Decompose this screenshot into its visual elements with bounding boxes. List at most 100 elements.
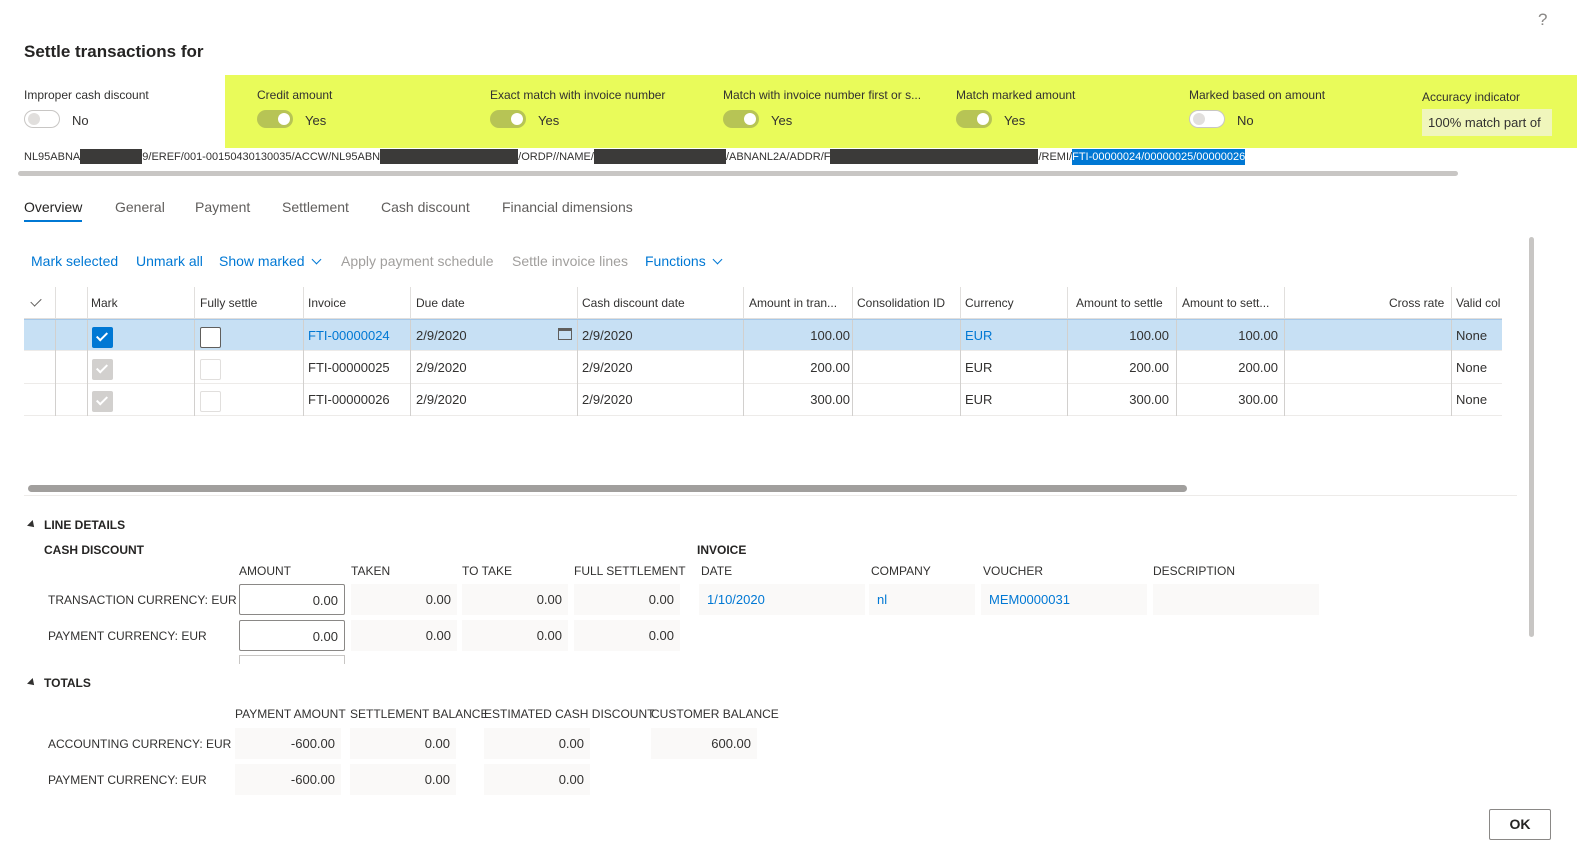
- cash-discount-date-cell[interactable]: 2/9/2020: [582, 328, 633, 343]
- vertical-scrollbar[interactable]: [1529, 237, 1534, 637]
- toggle-value: Yes: [538, 113, 560, 128]
- toggle-switch[interactable]: [1189, 110, 1225, 128]
- tab-general[interactable]: General: [115, 199, 165, 215]
- col-date-label: DATE: [701, 564, 733, 578]
- table-row[interactable]: FTI-00000026 2/9/2020 2/9/2020 300.00 EU…: [24, 384, 1502, 416]
- payment-discount-amount-input[interactable]: 0.00: [239, 620, 345, 651]
- ok-button[interactable]: OK: [1489, 809, 1551, 840]
- settle-invoice-lines-button[interactable]: Settle invoice lines: [512, 253, 628, 269]
- tab-settlement[interactable]: Settlement: [282, 199, 349, 215]
- mark-selected-button[interactable]: Mark selected: [31, 253, 118, 269]
- fully-settle-checkbox[interactable]: [200, 359, 221, 380]
- mark-checkbox[interactable]: [92, 359, 113, 380]
- company-link[interactable]: nl: [869, 584, 975, 615]
- fully-settle-checkbox[interactable]: [200, 391, 221, 412]
- toggle-switch[interactable]: [723, 110, 759, 128]
- payment-discount-taken: 0.00: [351, 620, 457, 651]
- table-row[interactable]: FTI-00000025 2/9/2020 2/9/2020 200.00 EU…: [24, 352, 1502, 384]
- payment-text-segment: /ABNANL2A/ADDR/F: [725, 151, 831, 163]
- amount-to-settle-cell[interactable]: 100.00: [1070, 328, 1169, 343]
- amount-cell[interactable]: 300.00: [746, 392, 850, 407]
- invoice-cell[interactable]: FTI-00000025: [308, 360, 390, 375]
- tab-cash-discount[interactable]: Cash discount: [381, 199, 470, 215]
- currency-cell[interactable]: EUR: [965, 392, 992, 407]
- invoice-date-link[interactable]: 1/10/2020: [699, 584, 865, 615]
- valid-cell[interactable]: None: [1456, 328, 1487, 343]
- voucher-link[interactable]: MEM0000031: [981, 584, 1147, 615]
- col-header-due-date[interactable]: Due date: [416, 296, 465, 310]
- tab-payment[interactable]: Payment: [195, 199, 250, 215]
- accuracy-label: Accuracy indicator: [1422, 90, 1521, 104]
- table-row[interactable]: FTI-00000024 2/9/2020 2/9/2020 100.00 EU…: [24, 319, 1502, 352]
- unmark-all-button[interactable]: Unmark all: [136, 253, 203, 269]
- tab-overview[interactable]: Overview: [24, 199, 82, 215]
- valid-cell[interactable]: None: [1456, 392, 1487, 407]
- calendar-icon[interactable]: [558, 328, 572, 340]
- toggle-switch[interactable]: [490, 110, 526, 128]
- invoice-cell[interactable]: FTI-00000026: [308, 392, 390, 407]
- cash-discount-date-cell[interactable]: 2/9/2020: [582, 360, 633, 375]
- col-header-amount-in-transaction[interactable]: Amount in tran...: [749, 296, 837, 310]
- invoice-section-title: INVOICE: [697, 543, 747, 557]
- amount-to-settle-2-cell[interactable]: 100.00: [1179, 328, 1278, 343]
- due-date-cell[interactable]: 2/9/2020: [416, 328, 467, 343]
- apply-payment-schedule-button[interactable]: Apply payment schedule: [341, 253, 494, 269]
- tab-financial-dimensions[interactable]: Financial dimensions: [502, 199, 633, 215]
- toggle-match-marked-amount: Match marked amount Yes: [956, 88, 1176, 138]
- functions-dropdown[interactable]: Functions: [645, 253, 723, 269]
- col-header-cash-discount-date[interactable]: Cash discount date: [582, 296, 685, 310]
- col-header-invoice[interactable]: Invoice: [308, 296, 346, 310]
- due-date-cell[interactable]: 2/9/2020: [416, 360, 467, 375]
- col-header-mark[interactable]: Mark: [91, 296, 118, 310]
- currency-link[interactable]: EUR: [965, 328, 992, 343]
- toggle-switch[interactable]: [257, 110, 293, 128]
- transaction-currency-label: TRANSACTION CURRENCY: EUR: [48, 593, 237, 607]
- toggle-switch[interactable]: [24, 110, 60, 128]
- payment-reference-text[interactable]: NL95ABNA 9/EREF/001-00150430130035/ACCW/N…: [24, 149, 1458, 167]
- partial-field-edge: [239, 655, 345, 664]
- amount-to-settle-cell[interactable]: 300.00: [1070, 392, 1169, 407]
- col-header-consolidation-id[interactable]: Consolidation ID: [857, 296, 945, 310]
- text-horizontal-scrollbar[interactable]: [18, 171, 1458, 176]
- currency-cell[interactable]: EUR: [965, 360, 992, 375]
- totals-title: TOTALS: [44, 676, 91, 690]
- show-marked-dropdown[interactable]: Show marked: [219, 253, 322, 269]
- payment-currency-label: PAYMENT CURRENCY: EUR: [48, 629, 207, 643]
- col-full-settlement-label: FULL SETTLEMENT: [574, 564, 686, 578]
- mark-checkbox[interactable]: [92, 391, 113, 412]
- payment-text-selected: FTI-00000024/00000025/00000026: [1072, 149, 1246, 165]
- cash-discount-date-cell[interactable]: 2/9/2020: [582, 392, 633, 407]
- totals-header[interactable]: TOTALS: [27, 676, 91, 690]
- valid-cell[interactable]: None: [1456, 360, 1487, 375]
- col-header-cross-rate[interactable]: Cross rate: [1389, 296, 1444, 310]
- col-header-fully-settle[interactable]: Fully settle: [200, 296, 257, 310]
- invoice-link[interactable]: FTI-00000024: [308, 328, 390, 343]
- amount-to-settle-2-cell[interactable]: 300.00: [1179, 392, 1278, 407]
- line-details-header[interactable]: LINE DETAILS: [27, 518, 125, 532]
- toggle-label: Match with invoice number first or s...: [723, 88, 922, 102]
- toggle-value: No: [72, 113, 89, 128]
- grid-header: Mark Fully settle Invoice Due date Cash …: [24, 287, 1502, 319]
- payment-text-segment: NL95ABNA: [24, 151, 81, 163]
- col-voucher-label: VOUCHER: [983, 564, 1044, 578]
- amount-cell[interactable]: 100.00: [746, 328, 850, 343]
- due-date-cell[interactable]: 2/9/2020: [416, 392, 467, 407]
- select-all-checkmark-icon[interactable]: [30, 295, 42, 307]
- toggle-value: Yes: [771, 113, 793, 128]
- grid-horizontal-scrollbar[interactable]: [28, 485, 1187, 492]
- payment-text-segment: /REMI/: [1038, 151, 1073, 163]
- cash-discount-amount-input[interactable]: 0.00: [239, 584, 345, 615]
- amount-to-settle-2-cell[interactable]: 200.00: [1179, 360, 1278, 375]
- col-header-amount-to-settle-2[interactable]: Amount to sett...: [1182, 296, 1269, 310]
- fully-settle-checkbox[interactable]: [200, 327, 221, 348]
- help-icon[interactable]: ?: [1538, 10, 1547, 30]
- toggle-switch[interactable]: [956, 110, 992, 128]
- amount-cell[interactable]: 200.00: [746, 360, 850, 375]
- col-header-amount-to-settle[interactable]: Amount to settle: [1076, 296, 1163, 310]
- mark-checkbox[interactable]: [92, 327, 113, 348]
- col-taken-label: TAKEN: [351, 564, 391, 578]
- col-to-take-label: TO TAKE: [462, 564, 513, 578]
- col-header-currency[interactable]: Currency: [965, 296, 1014, 310]
- amount-to-settle-cell[interactable]: 200.00: [1070, 360, 1169, 375]
- col-header-valid[interactable]: Valid col: [1456, 296, 1500, 310]
